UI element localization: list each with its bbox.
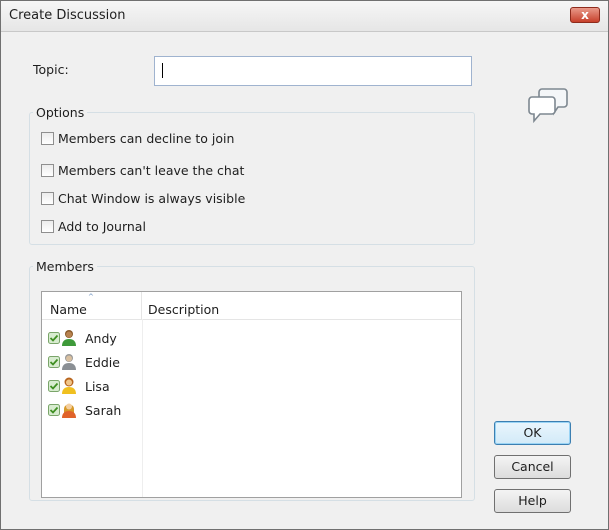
checkbox-journal[interactable]	[41, 220, 54, 233]
create-discussion-dialog: Create Discussion x Topic: Options Membe…	[0, 0, 609, 530]
checked-icon[interactable]	[48, 356, 60, 368]
checkbox-journal-label: Add to Journal	[58, 219, 146, 234]
list-header: ^ Name Description	[42, 292, 461, 320]
sort-ascending-icon: ^	[88, 293, 94, 301]
window-title: Create Discussion	[9, 8, 126, 23]
checkbox-always-visible-label: Chat Window is always visible	[58, 191, 246, 206]
cancel-button[interactable]: Cancel	[494, 455, 571, 479]
member-name: Eddie	[85, 354, 120, 370]
checked-icon[interactable]	[48, 404, 60, 416]
member-row-lisa[interactable]: Lisa	[48, 375, 110, 397]
column-header-description-label: Description	[148, 302, 220, 317]
user-orange-icon	[62, 403, 76, 418]
checkbox-cant-leave[interactable]	[41, 164, 54, 177]
topic-input[interactable]	[154, 56, 472, 86]
column-header-description[interactable]: Description	[142, 292, 461, 319]
ok-button[interactable]: OK	[494, 421, 571, 445]
member-name: Sarah	[85, 402, 122, 418]
column-header-name[interactable]: ^ Name	[42, 292, 142, 319]
members-list[interactable]: ^ Name Description Andy Eddie Lisa Sarah	[41, 291, 462, 498]
text-caret	[162, 63, 163, 78]
discussion-icon	[528, 88, 568, 124]
help-button[interactable]: Help	[494, 489, 571, 513]
user-green-icon	[62, 330, 76, 346]
close-button[interactable]: x	[570, 7, 600, 23]
checked-icon[interactable]	[48, 380, 60, 392]
member-row-andy[interactable]: Andy	[48, 327, 117, 349]
members-legend: Members	[36, 259, 94, 274]
member-row-sarah[interactable]: Sarah	[48, 399, 121, 421]
checkbox-always-visible[interactable]	[41, 192, 54, 205]
checkbox-cant-leave-row[interactable]: Members can't leave the chat	[41, 163, 244, 178]
user-gray-icon	[62, 354, 76, 370]
checkbox-always-visible-row[interactable]: Chat Window is always visible	[41, 191, 245, 206]
checked-icon[interactable]	[48, 332, 60, 344]
user-yellow-icon	[62, 377, 76, 394]
column-header-name-label: Name	[50, 302, 87, 317]
member-name: Lisa	[85, 378, 110, 394]
topic-label: Topic:	[33, 62, 69, 77]
options-legend: Options	[36, 105, 85, 120]
title-bar: Create Discussion x	[1, 1, 608, 32]
member-name: Andy	[85, 330, 117, 346]
checkbox-journal-row[interactable]: Add to Journal	[41, 219, 146, 234]
checkbox-decline[interactable]	[41, 132, 54, 145]
column-divider	[142, 319, 143, 497]
checkbox-cant-leave-label: Members can't leave the chat	[58, 163, 245, 178]
checkbox-decline-label: Members can decline to join	[58, 131, 235, 146]
checkbox-decline-row[interactable]: Members can decline to join	[41, 131, 234, 146]
member-row-eddie[interactable]: Eddie	[48, 351, 120, 373]
